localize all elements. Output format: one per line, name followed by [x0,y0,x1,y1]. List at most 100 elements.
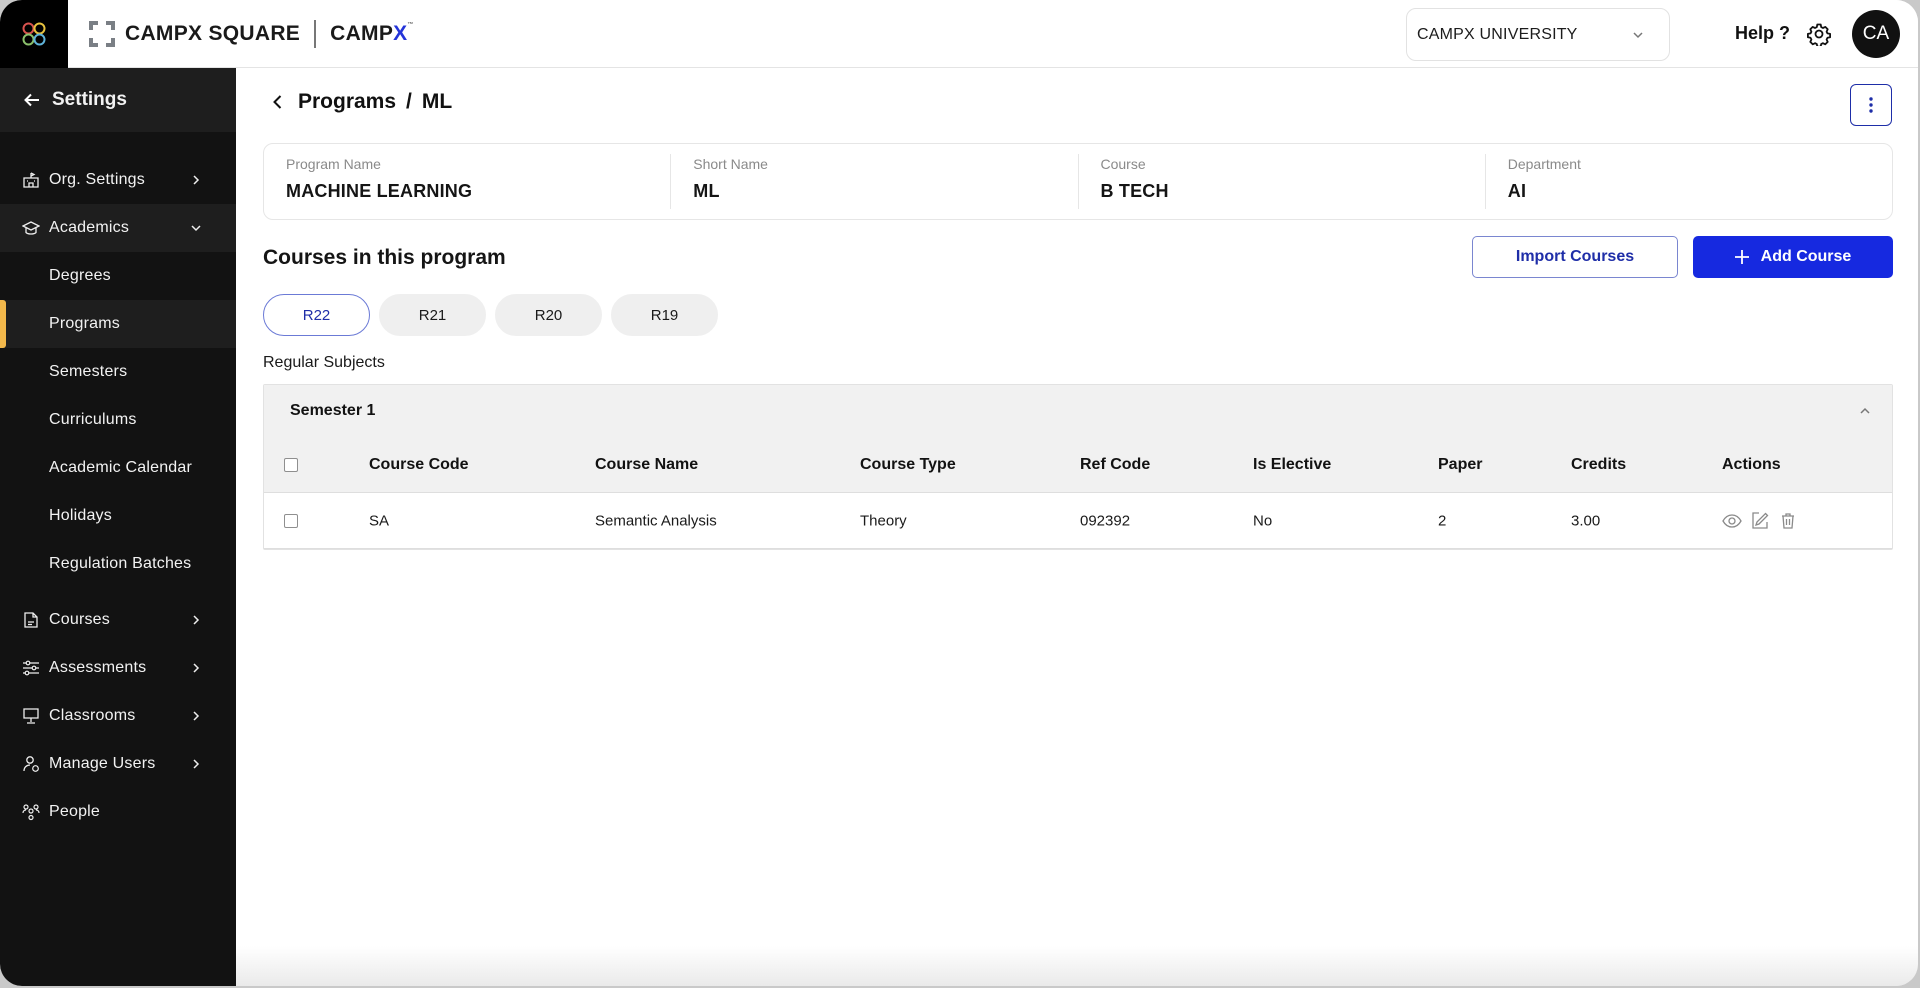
sidebar-item-manage-users[interactable]: Manage Users [0,740,236,788]
column-header[interactable]: Ref Code [1080,456,1150,474]
chevron-right-icon [193,615,200,625]
sidebar: Settings Org. Settings Academics Degrees… [0,68,236,986]
chevron-down-icon [1633,31,1643,38]
sidebar-back-settings[interactable]: Settings [0,68,236,132]
view-icon[interactable] [1722,511,1742,531]
tab-r20[interactable]: R20 [495,294,602,336]
column-header: Actions [1722,455,1781,473]
table-row: SA Semantic Analysis Theory 092392 No 2 … [264,493,1892,549]
column-header[interactable]: Credits [1571,456,1626,474]
chevron-right-icon [193,175,200,185]
more-options-button[interactable] [1850,84,1892,126]
sidebar-header-label: Settings [52,89,127,110]
info-value: AI [1507,181,1527,201]
cell-actions [1722,511,1806,531]
brand-secondary: CAMPX™ [330,22,414,46]
sidebar-subitem-regulation-batches[interactable]: Regulation Batches [0,540,236,588]
breadcrumb-separator: / [406,90,412,113]
semester-table: Semester 1 Course Code Course Name Cours… [263,384,1893,550]
main-content: Programs / ML Program Name MACHINE LEARN… [236,68,1918,986]
info-value: ML [693,181,720,201]
breadcrumb-parent[interactable]: Programs [298,90,396,114]
info-value: MACHINE LEARNING [286,181,473,201]
add-course-button[interactable]: Add Course [1693,236,1893,278]
sidebar-subitem-degrees[interactable]: Degrees [0,252,236,300]
info-program-name: Program Name MACHINE LEARNING [264,154,670,209]
edit-icon[interactable] [1750,511,1770,531]
brand-name: CAMPX SQUARE [125,22,301,45]
add-course-label: Add Course [1760,248,1852,265]
sidebar-item-label: Org. Settings [49,171,145,188]
chevron-right-icon [193,663,200,673]
info-label: Program Name [286,156,381,172]
presentation-board-icon [22,707,40,725]
app-grid-icon [22,22,46,46]
sidebar-item-classrooms[interactable]: Classrooms [0,692,236,740]
org-select-value: CAMPX UNIVERSITY [1417,25,1578,43]
info-label: Department [1507,156,1581,172]
column-header[interactable]: Course Code [369,456,469,474]
info-short-name: Short Name ML [670,154,1077,209]
info-department: Department AI [1484,154,1892,209]
tab-r22[interactable]: R22 [263,294,370,336]
help-link[interactable]: Help ? [1735,23,1790,44]
tab-r21[interactable]: R21 [379,294,486,336]
info-label: Course [1100,156,1146,172]
brand-square-icon [89,21,115,47]
sidebar-item-courses[interactable]: Courses [0,596,236,644]
org-select[interactable]: CAMPX UNIVERSITY [1406,8,1670,61]
sidebar-item-academics[interactable]: Academics [0,204,236,252]
brand-logo[interactable]: CAMPX SQUARE CAMPX™ [89,20,414,48]
import-courses-button[interactable]: Import Courses [1472,236,1678,278]
semester-header[interactable]: Semester 1 [264,385,1892,437]
chevron-up-icon [1860,407,1870,414]
delete-icon[interactable] [1778,511,1798,531]
sidebar-item-assessments[interactable]: Assessments [0,644,236,692]
cell-paper: 2 [1438,512,1447,529]
app-launcher-button[interactable] [0,0,68,68]
regulation-tabs: R22 R21 R20 R19 [263,294,727,336]
sliders-icon [22,659,40,677]
select-all-checkbox[interactable] [284,457,298,472]
chevron-right-icon [193,759,200,769]
subsection-title: Regular Subjects [263,354,385,371]
program-info-card: Program Name MACHINE LEARNING Short Name… [263,143,1893,220]
info-value: B TECH [1100,181,1169,201]
cell-course-code: SA [369,512,390,529]
info-course: Course B TECH [1077,154,1485,209]
sidebar-subitem-semesters[interactable]: Semesters [0,348,236,396]
sidebar-subitem-holidays[interactable]: Holidays [0,492,236,540]
chevron-left-icon[interactable] [268,92,288,112]
sidebar-item-label: Academics [49,219,130,236]
top-bar: CAMPX SQUARE CAMPX™ CAMPX UNIVERSITY Hel… [0,0,1918,68]
column-header[interactable]: Is Elective [1253,456,1331,474]
user-avatar[interactable]: CA [1852,10,1900,58]
column-header[interactable]: Course Type [860,456,956,474]
gear-icon[interactable] [1807,22,1831,46]
more-vertical-icon [1869,97,1873,113]
plus-icon [1734,250,1749,264]
cell-course-type: Theory [860,512,907,529]
row-checkbox[interactable] [284,513,298,528]
sidebar-subitem-curriculums[interactable]: Curriculums [0,396,236,444]
brand-secondary-text: CAMP [330,22,394,45]
cell-course-name: Semantic Analysis [595,512,717,529]
breadcrumb-current: ML [421,90,453,113]
user-settings-icon [22,755,40,773]
people-icon [22,803,40,821]
tab-r19[interactable]: R19 [611,294,718,336]
chevron-down-icon [191,225,201,232]
sidebar-item-people[interactable]: People [0,788,236,836]
sidebar-subitem-programs[interactable]: Programs [0,300,236,348]
info-label: Short Name [693,156,768,172]
column-header[interactable]: Paper [1438,456,1482,474]
column-header[interactable]: Course Name [595,456,698,474]
sidebar-item-label: Classrooms [49,707,136,724]
semester-title: Semester 1 [290,402,376,419]
section-title: Courses in this program [263,246,506,269]
cell-ref-code: 092392 [1080,512,1131,529]
app-window: CAMPX SQUARE CAMPX™ CAMPX UNIVERSITY Hel… [0,0,1918,986]
graduation-cap-icon [22,219,40,237]
sidebar-subitem-academic-calendar[interactable]: Academic Calendar [0,444,236,492]
sidebar-item-org-settings[interactable]: Org. Settings [0,156,236,204]
